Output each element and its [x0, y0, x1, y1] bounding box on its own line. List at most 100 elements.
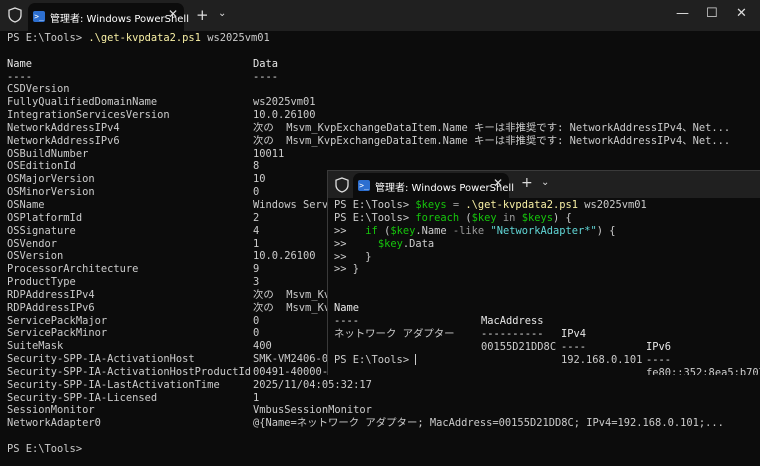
row-name: SuiteMask: [7, 340, 64, 353]
command-line-3: >> if ($key.Name -like "NetworkAdapter*"…: [334, 225, 760, 238]
row-name: FullyQualifiedDomainName: [7, 96, 158, 109]
table-header: Name Data: [7, 58, 760, 71]
row-data: 次の Msvm_Kvp: [253, 301, 337, 314]
chevron-down-icon[interactable]: ⌄: [541, 177, 549, 188]
property: .Name: [415, 224, 447, 237]
row-data: 2: [253, 211, 260, 224]
row-name: ServicePackMajor: [7, 314, 108, 327]
row-data: 10: [253, 173, 266, 186]
row-data: 2025/11/04:05:32:17: [253, 378, 372, 391]
variable: $keys: [521, 211, 553, 224]
tab-close-icon[interactable]: ✕: [493, 176, 503, 190]
command: .\get-kvpdata2.ps1: [465, 199, 578, 211]
row-name: OSBuildNumber: [7, 147, 89, 160]
table-row: NetworkAddressIPv4 次の Msvm_KvpExchangeDat…: [7, 122, 760, 135]
final-prompt[interactable]: PS E:\Tools>: [334, 353, 760, 367]
row-data: 次の Msvm_KvpExchangeDataItem.Name キーは非推奨で…: [253, 134, 731, 147]
row-data: 10.0.26100: [253, 250, 316, 263]
brace: }: [352, 263, 360, 276]
header-data-rule: ----: [253, 70, 279, 83]
keyword: foreach: [415, 211, 460, 224]
row-name: ProductType: [7, 276, 76, 289]
row-data: 0: [253, 186, 260, 199]
row-name: NetworkAddressIPv4: [7, 121, 120, 134]
row-data: 0: [253, 314, 260, 327]
row-name: Security-SPP-IA-Licensed: [7, 391, 158, 404]
minimize-button[interactable]: —: [676, 6, 689, 21]
row-data: @{Name=ネットワーク アダプター; MacAddress=00155D21…: [253, 417, 724, 430]
variable: $key: [471, 211, 497, 224]
row-name: OSMajorVersion: [7, 173, 95, 186]
row-data: 10.0.26100: [253, 109, 316, 122]
row-data: 3: [253, 276, 260, 289]
tab-close-icon[interactable]: ✕: [168, 7, 178, 21]
row-name: Security-SPP-IA-ActivationHost: [7, 353, 195, 366]
row-name: OSPlatformId: [7, 211, 83, 224]
row-data: 次の Msvm_KvpExchangeDataItem.Name キーは非推奨で…: [253, 121, 731, 134]
maximize-button[interactable]: ☐: [706, 6, 718, 21]
paren: ) {: [596, 224, 616, 237]
tab-powershell[interactable]: >_ 管理者: Windows PowerShell ✕: [353, 173, 514, 198]
table-row: ネットワーク アダプター 00155D21DD8C 192.168.0.101 …: [334, 315, 760, 375]
table-row: FullyQualifiedDomainName ws2025vm01: [7, 96, 760, 109]
row-name: OSName: [7, 198, 45, 211]
row-name: NetworkAddressIPv6: [7, 134, 120, 147]
string-literal: "NetworkAdapter*": [490, 224, 597, 237]
argument: ws2025vm01: [578, 199, 647, 211]
row-data: 次の Msvm_Kvp: [253, 288, 337, 301]
chevron-down-icon[interactable]: ⌄: [218, 8, 226, 19]
table-row: SessionMonitor VmbusSessionMonitor: [7, 404, 760, 417]
row-data: 8: [253, 160, 260, 173]
new-tab-button[interactable]: +: [196, 6, 209, 24]
continuation-prompt: >>: [334, 224, 353, 237]
row-data: 1: [253, 391, 260, 404]
continuation-prompt: >>: [334, 250, 353, 263]
row-name: ProcessorArchitecture: [7, 263, 139, 276]
command-line-2: PS E:\Tools> foreach ($key in $keys) {: [334, 212, 760, 225]
title-bar: >_ 管理者: Windows PowerShell ✕ + ⌄: [328, 171, 760, 198]
header-name: Name: [7, 57, 33, 70]
row-data: 4: [253, 224, 260, 237]
row-name: Security-SPP-IA-LastActivationTime: [7, 378, 220, 391]
cell-ipv6: fe80::352:8ea5:b707: [646, 366, 760, 375]
final-prompt: PS E:\Tools>: [7, 443, 83, 455]
command-line-4: >> $key.Data: [334, 238, 760, 251]
row-name: RDPAddressIPv6: [7, 301, 95, 314]
text-cursor: [415, 353, 417, 365]
prompt: PS E:\Tools>: [334, 353, 416, 366]
table-header-rule: ---- ----: [7, 71, 760, 84]
continuation-prompt: >>: [334, 263, 353, 276]
close-window-button[interactable]: ✕: [736, 6, 747, 21]
table-row: CSDVersion: [7, 83, 760, 96]
row-data: 1: [253, 237, 260, 250]
variable: $key: [390, 224, 416, 237]
operator: -like: [446, 224, 491, 237]
row-name: IntegrationServicesVersion: [7, 109, 170, 122]
row-name: OSMinorVersion: [7, 186, 95, 199]
row-name: SessionMonitor: [7, 404, 95, 417]
keyword: if: [365, 224, 378, 237]
terminal-output[interactable]: PS E:\Tools> $keys = .\get-kvpdata2.ps1 …: [334, 198, 760, 375]
new-tab-button[interactable]: +: [521, 175, 533, 191]
row-name: RDPAddressIPv4: [7, 288, 95, 301]
title-bar: >_ 管理者: Windows PowerShell ✕ + ⌄ — ☐ ✕: [0, 0, 760, 31]
operator: =: [446, 199, 466, 211]
property: .Data: [402, 237, 435, 250]
admin-shield-icon: [8, 7, 22, 23]
row-name: Security-SPP-IA-ActivationHostProductId: [7, 365, 251, 378]
tab-powershell[interactable]: >_ 管理者: Windows PowerShell ✕: [28, 3, 189, 31]
row-name: NetworkAdapter0: [7, 417, 101, 430]
argument: ws2025vm01: [200, 32, 270, 44]
row-data: Windows Serve: [253, 198, 335, 211]
header-name-rule: ----: [7, 70, 33, 83]
table-row: IntegrationServicesVersion 10.0.26100: [7, 109, 760, 122]
command-line-1: PS E:\Tools> $keys = .\get-kvpdata2.ps1 …: [334, 199, 760, 212]
row-data: VmbusSessionMonitor: [253, 404, 372, 417]
variable: $key: [377, 237, 403, 250]
command-line: PS E:\Tools> .\get-kvpdata2.ps1 ws2025vm…: [7, 32, 760, 45]
table-row: OSBuildNumber 10011: [7, 148, 760, 161]
